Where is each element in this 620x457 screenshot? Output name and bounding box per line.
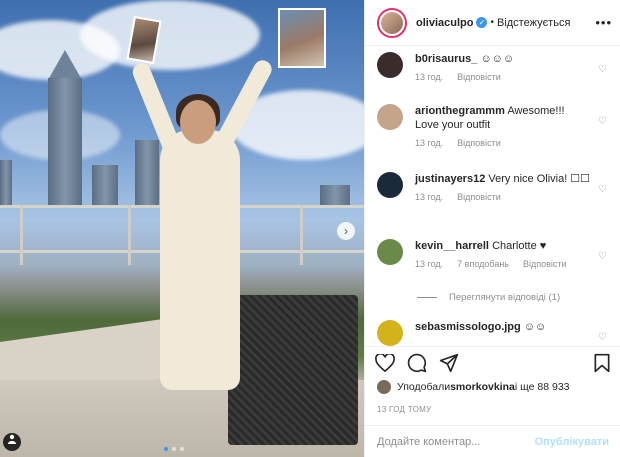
carousel-dot [180,447,184,451]
carousel-dot-active [164,447,168,451]
comment-like-icon[interactable]: ♡ [598,251,607,262]
carousel-dot [172,447,176,451]
comment-like-icon[interactable]: ♡ [598,332,607,343]
verified-badge-icon: ✓ [476,17,488,28]
comment-item: arionthegrammm Awesome!!! Love your outf… [377,104,613,148]
likes-prefix: Уподобали [397,381,451,393]
comment-likes[interactable]: 7 вподобань [457,259,509,269]
view-replies-label: Переглянути відповіді (1) [449,292,561,303]
comment-username[interactable]: kevin__harrell [415,240,489,252]
comment-username[interactable]: b0risaurus_ [415,53,477,65]
comment-text: Charlotte ♥ [492,240,547,252]
cloud [80,0,260,70]
comment-time[interactable]: 13 год. [415,259,443,269]
reply-button[interactable]: Відповісти [457,138,501,148]
liker-avatar [377,380,391,394]
author-avatar[interactable] [377,7,407,38]
following-button[interactable]: Відстежується [497,17,570,29]
comment-username[interactable]: justinayers12 [415,173,485,185]
separator-dot: • [490,17,494,28]
publish-button[interactable]: Опублікувати [535,436,609,448]
likes-summary[interactable]: Уподобали smorkovkina і ще 88 933 [377,380,570,394]
carousel-dots [164,447,184,451]
building [0,160,12,205]
building [135,140,159,205]
comment-item: b0risaurus_ ☺☺☺ 13 год. Відповісти ♡ [377,52,613,82]
commenter-avatar[interactable] [377,239,403,265]
post-header: oliviaculpo ✓ • Відстежується ••• [365,0,620,46]
commenter-avatar[interactable] [377,104,403,130]
view-replies-button[interactable]: Переглянути відповіді (1) [417,292,560,303]
post-photo[interactable]: › [0,0,364,457]
bookmark-icon[interactable] [593,353,611,377]
commenter-avatar[interactable] [377,172,403,198]
liker-username[interactable]: smorkovkina [450,381,515,393]
skyscraper-top [48,50,82,80]
comment-time[interactable]: 13 год. [415,192,443,202]
person-tag-icon[interactable] [3,433,21,451]
wicker-table [228,295,358,445]
comment-time[interactable]: 13 год. [415,72,443,82]
comment-text: ☺☺ [523,321,547,333]
author-username[interactable]: oliviaculpo [416,17,473,29]
commenter-avatar[interactable] [377,320,403,346]
comment-text: ☺☺☺ [480,53,515,65]
railing-post [128,205,131,265]
action-bar [365,346,620,382]
comment-item: sebasmissologo.jpg ☺☺ ♡ [377,320,613,346]
post-time[interactable]: 13 ГОД ТОМУ [377,405,432,414]
add-comment-bar: Опублікувати [365,425,620,457]
comment-input[interactable] [377,435,535,448]
comment-like-icon[interactable]: ♡ [598,184,607,195]
next-photo-button[interactable]: › [337,222,355,240]
comments-list[interactable]: b0risaurus_ ☺☺☺ 13 год. Відповісти ♡ ario… [365,46,620,346]
skyscraper [48,78,82,208]
face [180,100,216,144]
railing-post [20,205,23,265]
comment-time[interactable]: 13 год. [415,138,443,148]
reply-button[interactable]: Відповісти [457,72,501,82]
post-sidebar: oliviaculpo ✓ • Відстежується ••• b0risa… [364,0,620,457]
replies-line [417,297,437,298]
magazine-right [278,8,326,68]
building [320,185,350,205]
comment-icon[interactable] [407,353,427,377]
comment-item: kevin__harrell Charlotte ♥ 13 год. 7 впод… [377,239,613,269]
comment-like-icon[interactable]: ♡ [598,64,607,75]
commenter-avatar[interactable] [377,52,403,78]
heart-icon[interactable] [375,352,395,376]
comment-username[interactable]: sebasmissologo.jpg [415,321,521,333]
railing-post [300,205,303,265]
share-icon[interactable] [439,353,459,377]
reply-button[interactable]: Відповісти [523,259,567,269]
comment-like-icon[interactable]: ♡ [598,116,607,127]
comment-item: justinayers12 Very nice Olivia! ☐☐ 13 го… [377,172,613,202]
person [160,130,240,390]
more-options-icon[interactable]: ••• [595,15,612,30]
comment-username[interactable]: arionthegrammm [415,105,505,117]
comment-text: Very nice Olivia! ☐☐ [488,173,591,185]
likes-count[interactable]: і ще 88 933 [515,381,570,393]
reply-button[interactable]: Відповісти [457,192,501,202]
building [92,165,118,205]
